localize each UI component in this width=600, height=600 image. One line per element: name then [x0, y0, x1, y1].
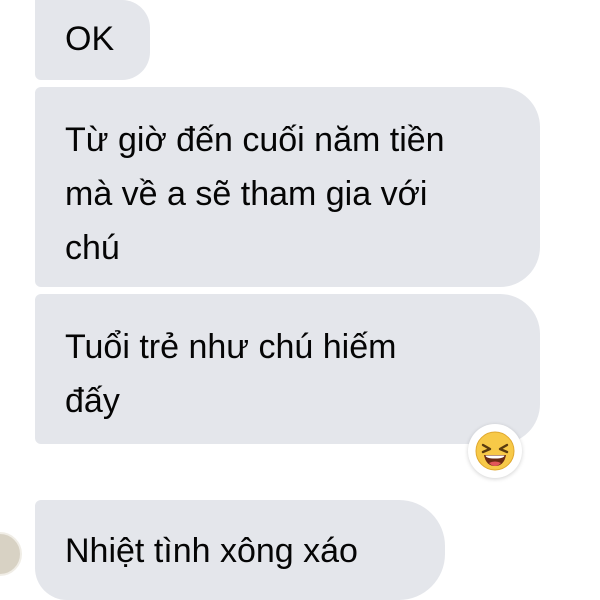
chat-thread: OK Từ giờ đến cuối năm tiền mà về a sẽ t… — [0, 0, 600, 600]
avatar[interactable] — [0, 532, 22, 576]
laughing-emoji-icon[interactable] — [468, 424, 522, 478]
laughing-emoji-graphic — [475, 431, 515, 471]
message-bubble[interactable]: Tuổi trẻ như chú hiếm đấy — [35, 294, 540, 444]
message-bubble[interactable]: Nhiệt tình xông xáo — [35, 500, 445, 600]
message-bubble[interactable]: OK — [35, 0, 150, 80]
message-bubble[interactable]: Từ giờ đến cuối năm tiền mà về a sẽ tham… — [35, 87, 540, 287]
